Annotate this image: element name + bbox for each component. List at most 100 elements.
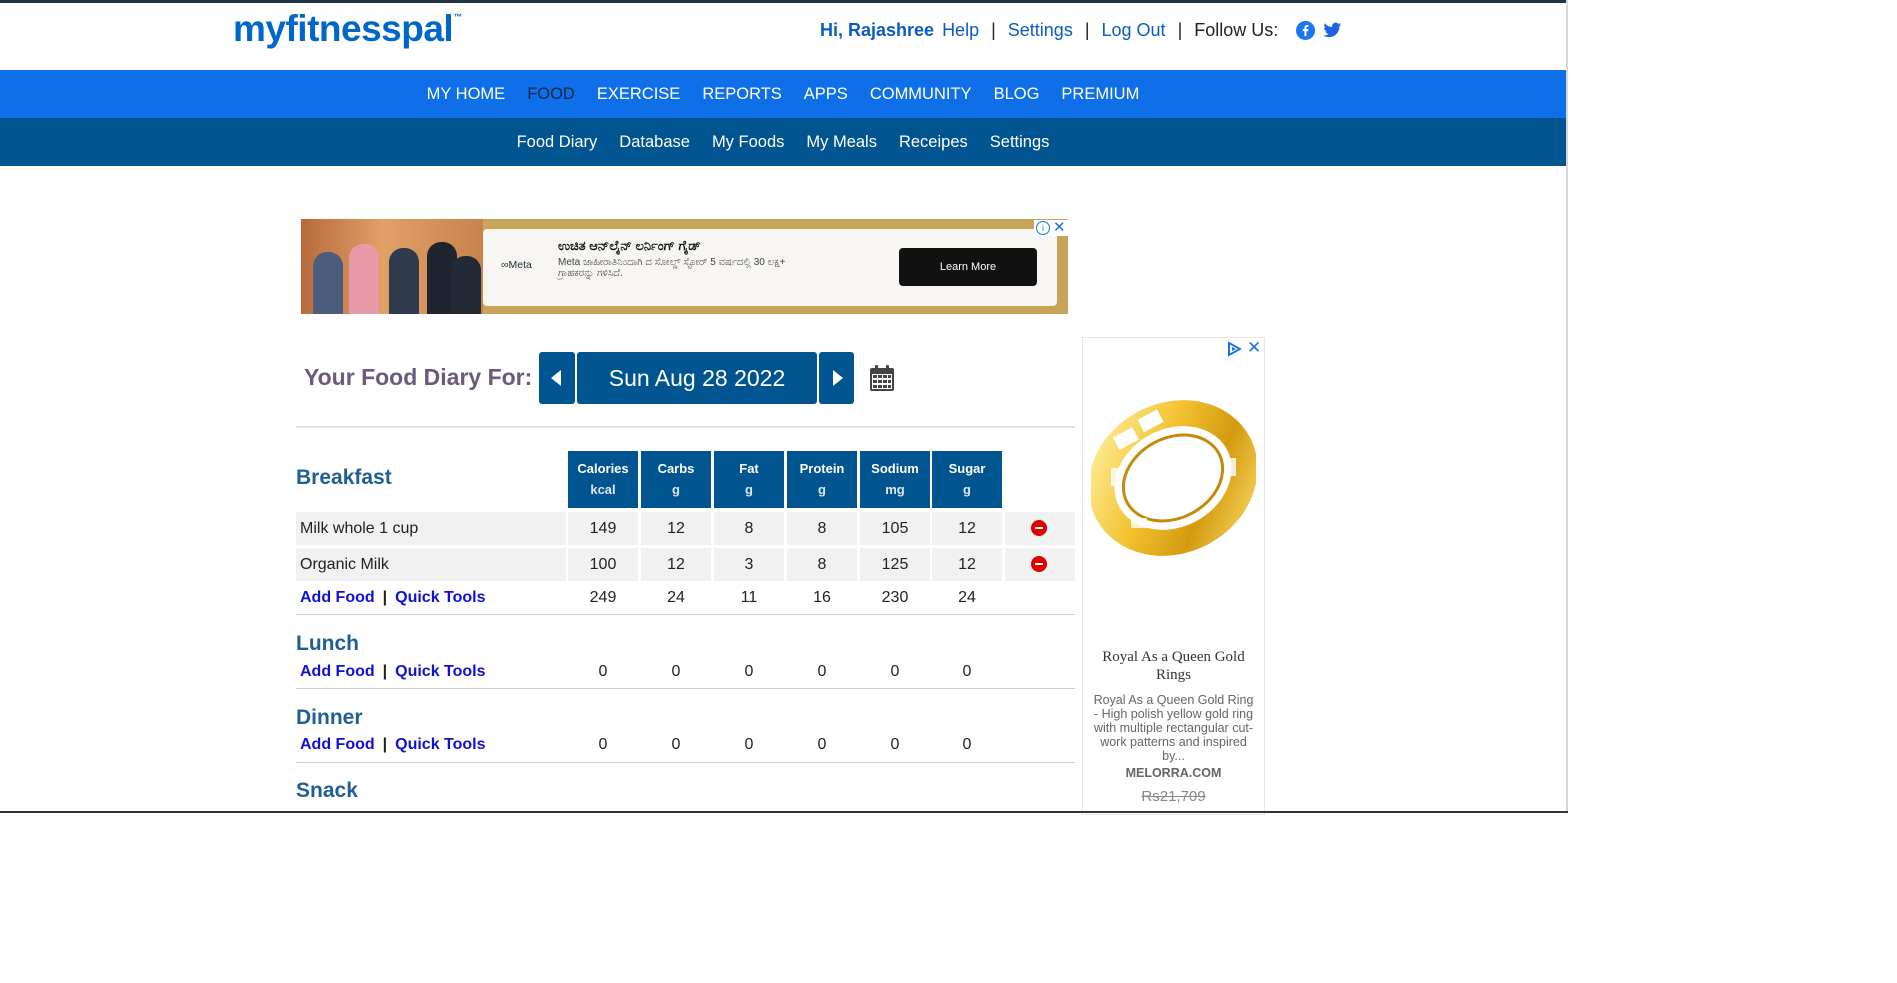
ad-person [349, 244, 379, 314]
total-calories: 0 [598, 736, 608, 753]
total-protein: 0 [817, 663, 827, 680]
subnav-receipes[interactable]: Receipes [899, 133, 968, 152]
diary-date[interactable]: Sun Aug 28 2022 [577, 352, 817, 404]
value-sodium: 105 [881, 520, 909, 537]
separator: | [991, 20, 996, 40]
ad-person [313, 252, 343, 314]
logo[interactable]: myfitnesspal™ [233, 8, 462, 50]
column-name: Sodium [871, 461, 919, 476]
divider [296, 614, 1075, 615]
total-calories: 0 [598, 663, 608, 680]
banner-ad[interactable]: ∞Meta ಉಚಿತ ಆನ್‌ಲೈನ್ ಲರ್ನಿಂಗ್ ಗೈಡ್ Meta ಜ… [301, 219, 1068, 314]
close-ad-icon[interactable]: ✕ [1053, 218, 1066, 236]
delete-icon[interactable] [1031, 520, 1047, 536]
column-sugar: Sugar g [932, 451, 1002, 508]
nav-my-home[interactable]: MY HOME [427, 85, 506, 104]
column-unit: g [745, 482, 753, 497]
header-links: Hi, Rajashree Help | Settings | Log Out … [820, 20, 1342, 41]
calendar-icon[interactable] [869, 364, 895, 392]
meal-title-dinner: Dinner [296, 706, 363, 729]
side-ad[interactable]: ✕ Royal As a Queen Gold Rings Royal As a… [1082, 337, 1265, 815]
previous-day-button[interactable] [539, 352, 575, 404]
value-sugar: 12 [958, 556, 976, 573]
total-sodium: 230 [881, 589, 909, 606]
subnav-database[interactable]: Database [619, 133, 690, 152]
subnav-food-diary[interactable]: Food Diary [517, 133, 598, 152]
separator: | [382, 736, 388, 753]
caret-right-icon [833, 370, 843, 386]
nav-food[interactable]: FOOD [527, 85, 575, 104]
divider [296, 688, 1075, 689]
food-item-name[interactable]: Organic Milk [300, 556, 389, 574]
nav-community[interactable]: COMMUNITY [870, 85, 972, 104]
total-sodium: 0 [890, 736, 900, 753]
nav-reports[interactable]: REPORTS [702, 85, 781, 104]
ad-person [389, 248, 419, 314]
subnav-my-meals[interactable]: My Meals [806, 133, 877, 152]
total-carbs: 24 [667, 589, 685, 606]
column-sodium: Sodium mg [860, 451, 930, 508]
lunch-actions: Add Food | Quick Tools [300, 663, 486, 681]
total-sugar: 0 [962, 736, 972, 753]
ad-title: ಉಚಿತ ಆನ್‌ಲೈನ್ ಲರ್ನಿಂಗ್ ಗೈಡ್ [558, 238, 701, 253]
add-food-link[interactable]: Add Food [300, 736, 375, 753]
side-ad-site: MELORRA.COM [1125, 766, 1222, 780]
value-protein: 8 [817, 520, 827, 537]
facebook-icon[interactable] [1296, 21, 1316, 40]
column-calories: Calories kcal [568, 451, 638, 508]
help-link[interactable]: Help [942, 20, 979, 41]
ad-body: Meta ಜಾಹೀರಾತಿನಿಂದಾಗಿ ದ ಸೋಲ್ಡ್ ಸ್ಟೋರ್ 5 ವ… [558, 257, 786, 279]
nav-apps[interactable]: APPS [804, 85, 848, 104]
logout-link[interactable]: Log Out [1102, 20, 1166, 41]
learn-more-button[interactable]: Learn More [899, 248, 1037, 286]
add-food-link[interactable]: Add Food [300, 589, 375, 606]
ad-info-icon[interactable]: i [1036, 221, 1050, 235]
subnav-settings[interactable]: Settings [990, 133, 1050, 152]
side-ad-title[interactable]: Royal As a Queen Gold Rings [1089, 648, 1258, 684]
nav-blog[interactable]: BLOG [994, 85, 1040, 104]
value-carbs: 12 [667, 520, 685, 537]
quick-tools-link[interactable]: Quick Tools [395, 736, 485, 753]
column-protein: Protein g [787, 451, 857, 508]
quick-tools-link[interactable]: Quick Tools [395, 589, 485, 606]
nav-exercise[interactable]: EXERCISE [597, 85, 680, 104]
twitter-icon[interactable] [1323, 21, 1342, 40]
value-fat: 8 [744, 520, 754, 537]
close-ad-icon[interactable]: ✕ [1247, 338, 1261, 358]
dinner-actions: Add Food | Quick Tools [300, 736, 486, 754]
settings-link[interactable]: Settings [1008, 20, 1073, 41]
nav-premium[interactable]: PREMIUM [1061, 85, 1139, 104]
delete-icon[interactable] [1031, 556, 1047, 572]
meal-title-lunch: Lunch [296, 632, 359, 655]
total-fat: 11 [740, 589, 758, 606]
divider [296, 426, 1075, 428]
column-fat: Fat g [714, 451, 784, 508]
total-fat: 0 [744, 736, 754, 753]
bottom-border [0, 811, 1568, 813]
sub-nav: Food Diary Database My Foods My Meals Re… [0, 118, 1566, 166]
meal-title-snack: Snack [296, 779, 358, 802]
column-name: Calories [577, 461, 629, 476]
subnav-my-foods[interactable]: My Foods [712, 133, 784, 152]
column-unit: mg [885, 482, 905, 497]
quick-tools-link[interactable]: Quick Tools [395, 663, 485, 680]
value-calories: 149 [589, 520, 617, 537]
column-name: Protein [799, 461, 845, 476]
column-name: Sugar [948, 461, 986, 476]
separator: | [1177, 20, 1183, 40]
total-carbs: 0 [671, 663, 681, 680]
next-day-button[interactable] [819, 352, 854, 404]
ad-controls: i ✕ [1034, 218, 1068, 236]
meta-logo: ∞Meta [501, 259, 532, 271]
food-item-name[interactable]: Milk whole 1 cup [300, 520, 418, 538]
follow-us-label: Follow Us: [1194, 20, 1279, 40]
value-sodium: 125 [881, 556, 909, 573]
side-ad-body: Royal As a Queen Gold Ring - High polish… [1093, 693, 1254, 763]
adchoices-icon[interactable] [1226, 341, 1242, 357]
greeting[interactable]: Hi, Rajashree [820, 20, 934, 41]
add-food-link[interactable]: Add Food [300, 663, 375, 680]
logo-trademark: ™ [453, 12, 462, 22]
column-unit: kcal [590, 482, 616, 497]
value-protein: 8 [817, 556, 827, 573]
value-sugar: 12 [958, 520, 976, 537]
